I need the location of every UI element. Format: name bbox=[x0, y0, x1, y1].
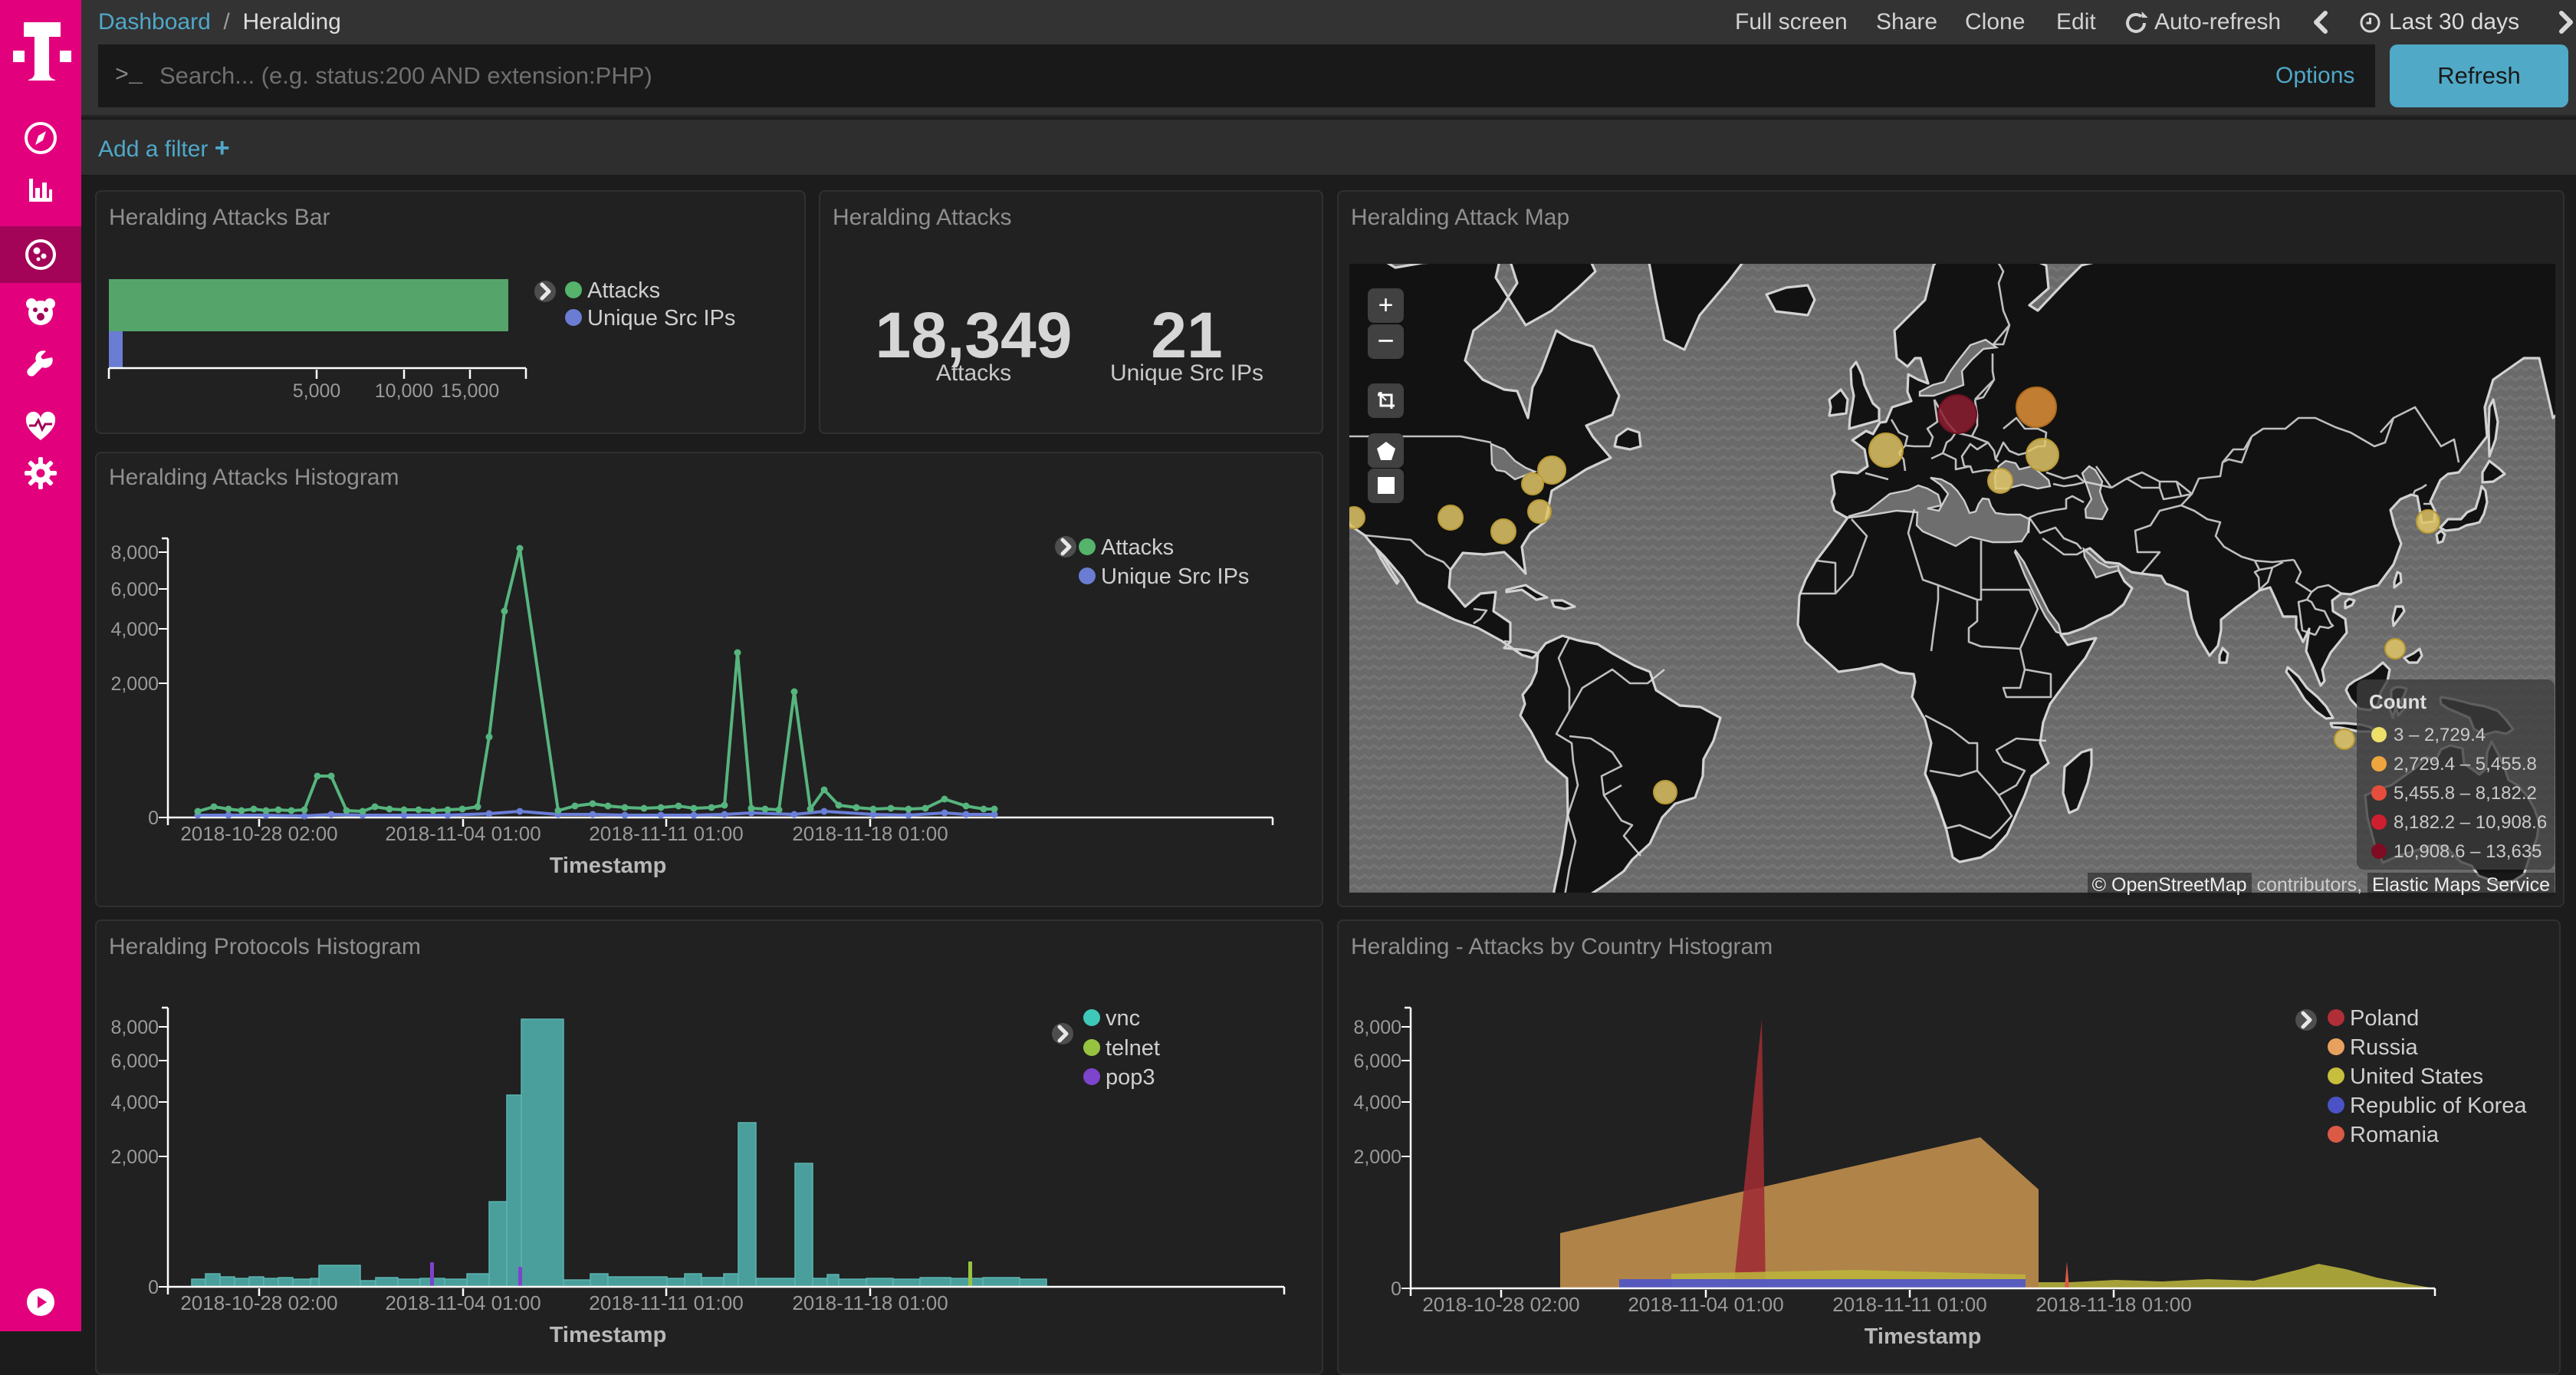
svg-text:Unique Src IPs: Unique Src IPs bbox=[587, 306, 735, 331]
svg-text:0: 0 bbox=[148, 1277, 159, 1298]
svg-text:Russia: Russia bbox=[2350, 1035, 2419, 1060]
svg-text:pop3: pop3 bbox=[1106, 1065, 1155, 1090]
svg-text:2018-11-18 01:00: 2018-11-18 01:00 bbox=[792, 1291, 948, 1314]
svg-text:Poland: Poland bbox=[2350, 1006, 2419, 1031]
svg-text:5,455.8 – 8,182.2: 5,455.8 – 8,182.2 bbox=[2394, 783, 2537, 804]
svg-text:8,000: 8,000 bbox=[1353, 1017, 1401, 1038]
svg-text:Timestamp: Timestamp bbox=[1865, 1324, 1982, 1349]
svg-text:8,000: 8,000 bbox=[110, 542, 159, 564]
svg-text:6,000: 6,000 bbox=[110, 1051, 159, 1072]
svg-text:4,000: 4,000 bbox=[1353, 1092, 1401, 1113]
svg-text:Unique Src IPs: Unique Src IPs bbox=[1101, 564, 1249, 589]
svg-text:Attacks: Attacks bbox=[1101, 535, 1174, 560]
svg-text:2018-11-11 01:00: 2018-11-11 01:00 bbox=[589, 822, 743, 845]
svg-text:2,729.4 – 5,455.8: 2,729.4 – 5,455.8 bbox=[2394, 754, 2537, 775]
svg-text:4,000: 4,000 bbox=[110, 1092, 159, 1113]
svg-text:6,000: 6,000 bbox=[1353, 1051, 1401, 1072]
svg-text:5,000: 5,000 bbox=[293, 380, 341, 402]
svg-text:2018-11-18 01:00: 2018-11-18 01:00 bbox=[2036, 1293, 2191, 1316]
svg-text:Timestamp: Timestamp bbox=[550, 854, 667, 878]
svg-text:8,000: 8,000 bbox=[110, 1017, 159, 1038]
svg-text:2018-11-11 01:00: 2018-11-11 01:00 bbox=[1832, 1293, 1986, 1316]
svg-text:2,000: 2,000 bbox=[110, 673, 159, 695]
svg-text:0: 0 bbox=[148, 808, 159, 829]
svg-text:2018-11-04 01:00: 2018-11-04 01:00 bbox=[385, 1291, 540, 1314]
svg-text:United States: United States bbox=[2350, 1064, 2483, 1089]
svg-text:2018-11-18 01:00: 2018-11-18 01:00 bbox=[792, 822, 948, 845]
svg-text:Republic of Korea: Republic of Korea bbox=[2350, 1094, 2527, 1118]
svg-text:10,000: 10,000 bbox=[375, 380, 433, 402]
svg-text:Romania: Romania bbox=[2350, 1123, 2440, 1147]
svg-text:2018-11-11 01:00: 2018-11-11 01:00 bbox=[589, 1291, 743, 1314]
svg-text:2,000: 2,000 bbox=[1353, 1146, 1401, 1168]
svg-text:Timestamp: Timestamp bbox=[550, 1323, 667, 1347]
svg-text:vnc: vnc bbox=[1106, 1006, 1140, 1031]
svg-text:3 – 2,729.4: 3 – 2,729.4 bbox=[2394, 725, 2486, 745]
svg-text:10,908.6 – 13,635: 10,908.6 – 13,635 bbox=[2394, 841, 2542, 862]
svg-text:0: 0 bbox=[1391, 1278, 1401, 1300]
svg-text:8,182.2 – 10,908.6: 8,182.2 – 10,908.6 bbox=[2394, 812, 2547, 833]
svg-text:2018-11-04 01:00: 2018-11-04 01:00 bbox=[385, 822, 540, 845]
svg-text:telnet: telnet bbox=[1106, 1036, 1160, 1061]
svg-text:2018-10-28 02:00: 2018-10-28 02:00 bbox=[180, 822, 337, 845]
svg-text:4,000: 4,000 bbox=[110, 619, 159, 640]
svg-text:2018-11-04 01:00: 2018-11-04 01:00 bbox=[1628, 1293, 1783, 1316]
svg-text:2018-10-28 02:00: 2018-10-28 02:00 bbox=[180, 1291, 337, 1314]
svg-text:Attacks: Attacks bbox=[587, 278, 660, 303]
svg-text:6,000: 6,000 bbox=[110, 579, 159, 600]
svg-text:2018-10-28 02:00: 2018-10-28 02:00 bbox=[1422, 1293, 1579, 1316]
svg-text:2,000: 2,000 bbox=[110, 1146, 159, 1168]
svg-text:15,000: 15,000 bbox=[441, 380, 499, 402]
